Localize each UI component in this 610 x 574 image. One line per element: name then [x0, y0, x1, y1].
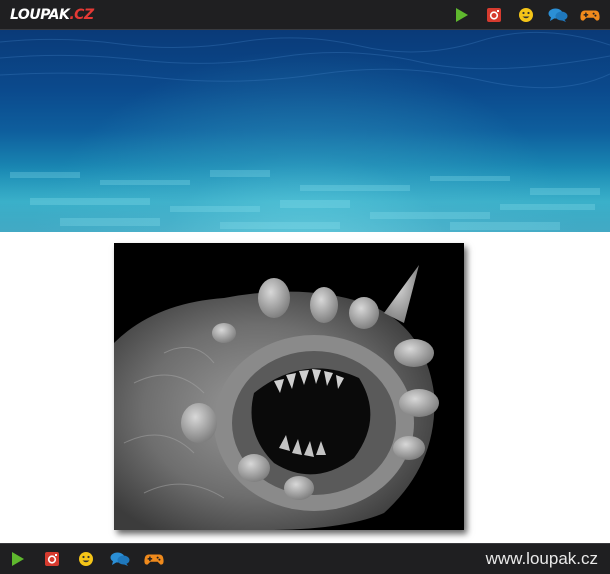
top-bar: LOUPAK.CZ: [0, 0, 610, 30]
instagram-icon[interactable]: [484, 5, 504, 25]
chat-icon[interactable]: [548, 5, 568, 25]
logo-suffix-text: .CZ: [69, 7, 94, 23]
play-icon[interactable]: [8, 549, 28, 569]
gamepad-icon[interactable]: [580, 5, 600, 25]
logo-main-text: LOUPAK: [10, 7, 70, 23]
underwater-banner-image: [0, 30, 610, 232]
smiley-icon[interactable]: [76, 549, 96, 569]
instagram-icon[interactable]: [42, 549, 62, 569]
smiley-icon[interactable]: [516, 5, 536, 25]
play-icon[interactable]: [452, 5, 472, 25]
top-icon-bar: [452, 5, 600, 25]
site-logo[interactable]: LOUPAK.CZ: [10, 5, 94, 25]
gamepad-icon[interactable]: [144, 549, 164, 569]
water-surface-texture: [0, 31, 610, 232]
chat-icon[interactable]: [110, 549, 130, 569]
site-url-link[interactable]: www.loupak.cz: [486, 549, 598, 569]
bottom-icon-bar: [8, 549, 164, 569]
bottom-bar: www.loupak.cz: [0, 543, 610, 574]
worm-mouth-microscope-photo: [114, 243, 464, 530]
